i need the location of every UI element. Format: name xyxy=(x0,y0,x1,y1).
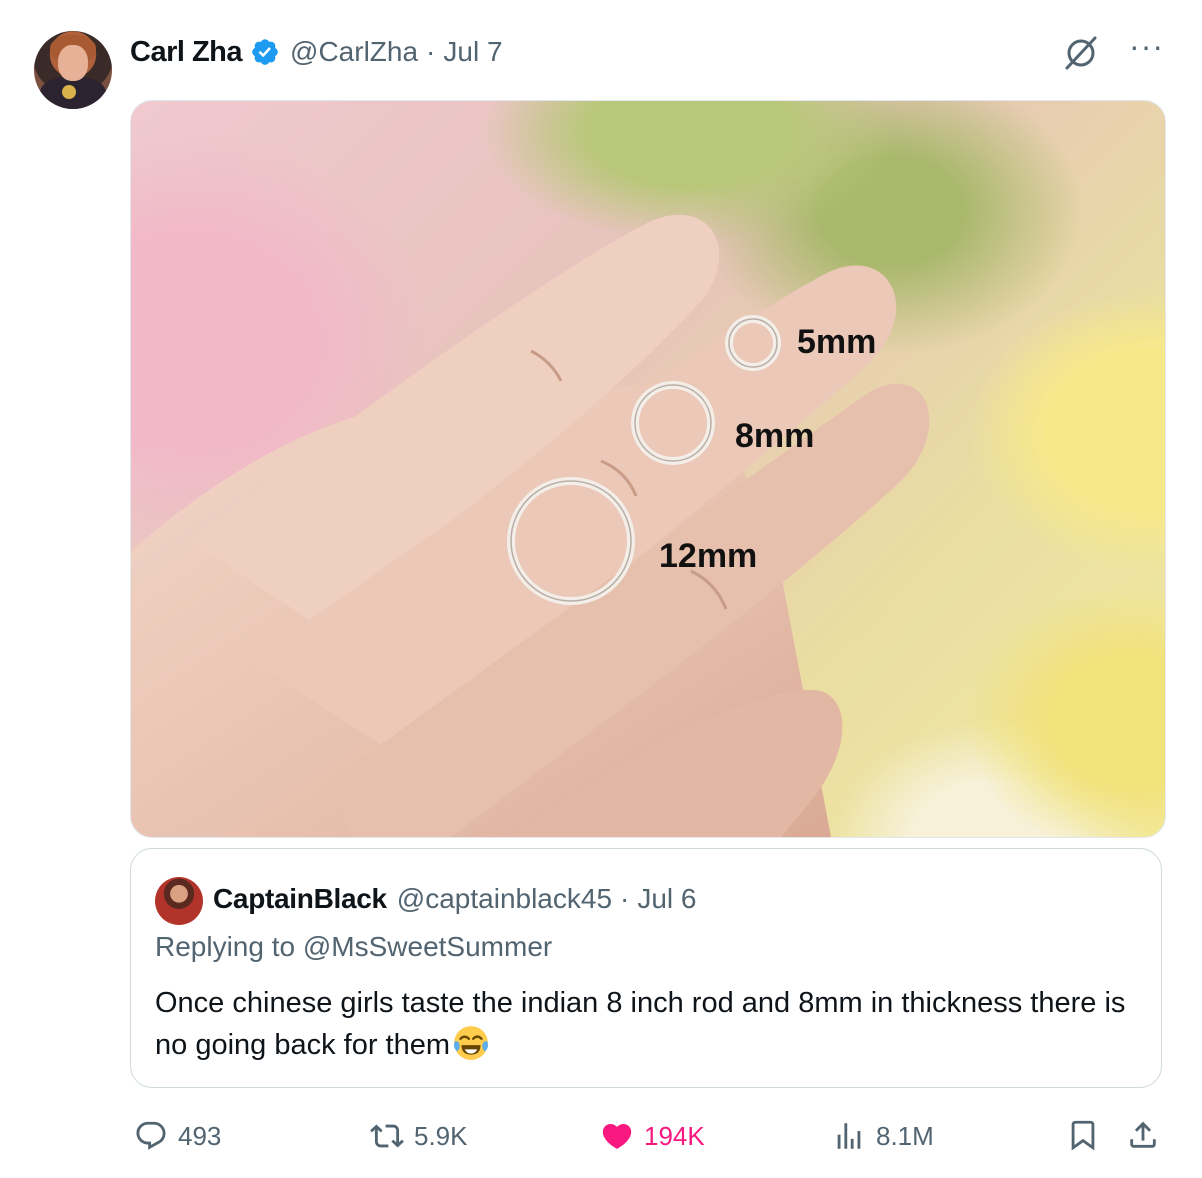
quoted-date[interactable]: Jul 6 xyxy=(637,883,696,915)
quoted-tweet[interactable]: CaptainBlack @captainblack45 · Jul 6 Rep… xyxy=(130,848,1162,1088)
quoted-separator: · xyxy=(620,883,630,914)
ring-label-5mm: 5mm xyxy=(797,323,877,361)
reply-button[interactable]: 493 xyxy=(134,1114,221,1158)
tweet-image[interactable]: 5mm 8mm 12mm xyxy=(130,100,1166,838)
author-name[interactable]: Carl Zha xyxy=(130,36,243,69)
quoted-text-body: Once chinese girls taste the indian 8 in… xyxy=(155,987,1126,1061)
repost-count: 5.9K xyxy=(414,1120,468,1151)
tweet-date[interactable]: Jul 7 xyxy=(443,36,502,68)
repost-icon xyxy=(370,1124,404,1148)
author-avatar[interactable] xyxy=(34,31,112,109)
tweet[interactable]: Carl Zha @CarlZha · Jul 7 ··· 5mm 8mm 12… xyxy=(0,0,1202,1178)
tweet-actions: 493 5.9K 194K 8.1M xyxy=(130,1114,1170,1158)
ring-label-12mm: 12mm xyxy=(659,537,758,575)
quoted-text: Once chinese girls taste the indian 8 in… xyxy=(155,983,1135,1066)
reply-count: 493 xyxy=(178,1120,222,1151)
repost-button[interactable]: 5.9K xyxy=(370,1114,468,1158)
like-count: 194K xyxy=(644,1120,705,1151)
tweet-header: Carl Zha @CarlZha · Jul 7 xyxy=(130,32,503,72)
quoted-author-avatar[interactable] xyxy=(155,877,203,925)
views-count: 8.1M xyxy=(876,1120,934,1151)
avatar-face xyxy=(58,45,88,81)
hand-rings-illustration xyxy=(131,214,930,837)
like-icon xyxy=(602,1123,632,1149)
tweet-top-actions: ··· xyxy=(1061,30,1164,72)
reply-icon xyxy=(136,1121,166,1150)
views-button[interactable]: 8.1M xyxy=(832,1114,934,1158)
views-icon xyxy=(837,1123,861,1149)
ring-label-8mm: 8mm xyxy=(735,417,815,455)
header-separator: · xyxy=(426,36,436,67)
replying-to[interactable]: Replying to @MsSweetSummer xyxy=(155,931,552,963)
face-with-tears-of-joy-icon xyxy=(453,1026,489,1060)
avatar-medal xyxy=(62,85,76,99)
like-button[interactable]: 194K xyxy=(600,1114,705,1158)
verified-badge-icon xyxy=(252,39,278,65)
quoted-header: CaptainBlack @captainblack45 · Jul 6 xyxy=(213,879,697,919)
more-icon[interactable]: ··· xyxy=(1129,30,1164,62)
bookmark-icon[interactable] xyxy=(1066,1116,1100,1154)
quoted-author-handle[interactable]: @captainblack45 xyxy=(397,883,612,915)
author-handle[interactable]: @CarlZha xyxy=(290,36,418,68)
share-icon[interactable] xyxy=(1126,1116,1160,1154)
grok-icon[interactable] xyxy=(1061,32,1101,72)
quoted-author-name[interactable]: CaptainBlack xyxy=(213,883,387,915)
